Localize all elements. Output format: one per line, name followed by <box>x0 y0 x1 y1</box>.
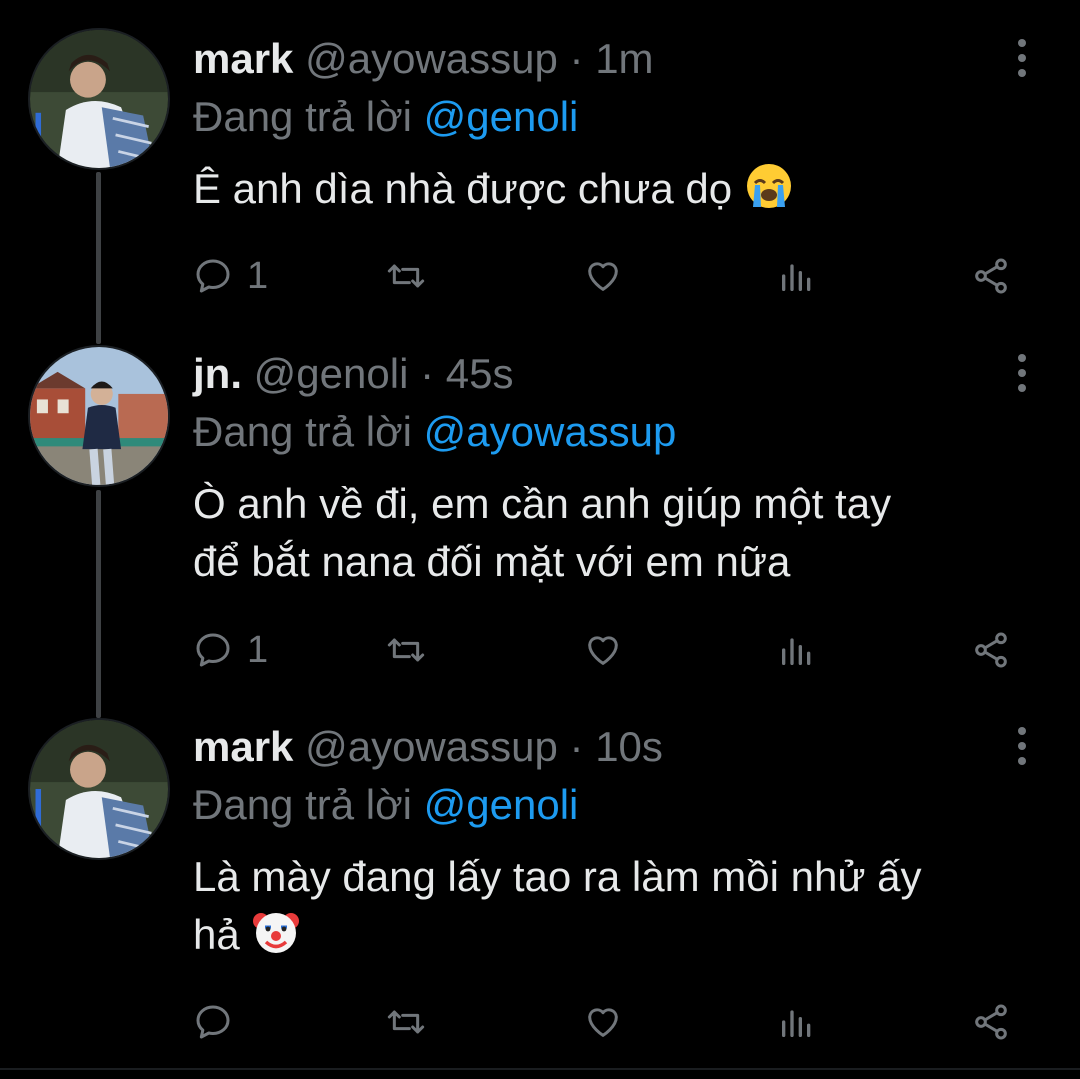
tweet-text: Ò anh về đi, em cần anh giúp một tay để b… <box>193 475 1040 591</box>
tweet-text: Là mày đang lấy tao ra làm mồi nhử ấy hả <box>193 848 1040 972</box>
more-options-button[interactable] <box>1008 345 1036 401</box>
tweet-actions <box>193 994 1023 1050</box>
display-name[interactable]: mark <box>193 723 293 770</box>
reply-icon <box>196 1005 230 1039</box>
more-icon <box>1018 39 1026 47</box>
reply-button[interactable]: 1 <box>193 622 268 678</box>
like-button[interactable] <box>583 248 623 304</box>
more-options-button[interactable] <box>1008 30 1036 86</box>
tweet-text-line: Ò anh về đi, em cần anh giúp một tay <box>193 480 892 527</box>
replying-to-label: Đang trả lời <box>193 93 412 140</box>
avatar-photo <box>30 30 168 168</box>
views-icon <box>782 638 811 665</box>
heart-icon <box>588 262 618 291</box>
tweet-actions: 1 <box>193 248 1023 304</box>
display-name[interactable]: jn. <box>193 350 242 397</box>
divider <box>0 1068 1080 1070</box>
reply-count: 1 <box>247 254 269 297</box>
avatar[interactable] <box>28 28 170 170</box>
tweet-header: mark @ayowassup · 10s <box>193 718 1040 776</box>
share-button[interactable] <box>971 248 1011 304</box>
retweet-button[interactable] <box>386 248 426 304</box>
separator-dot: · <box>569 723 584 770</box>
display-name[interactable]: mark <box>193 35 293 82</box>
avatar-photo <box>30 347 168 485</box>
thread-connector <box>96 490 101 718</box>
share-icon <box>975 258 1007 294</box>
retweet-button[interactable] <box>386 622 426 678</box>
replying-to: Đang trả lời @ayowassup <box>193 403 1040 461</box>
tweet-header: mark @ayowassup · 1m <box>193 30 1040 88</box>
tweet-text-line: Ê anh dìa nhà được chưa dọ <box>193 165 733 212</box>
replying-to: Đang trả lời @genoli <box>193 88 1040 146</box>
mention-link[interactable]: @ayowassup <box>424 408 677 455</box>
retweet-button[interactable] <box>386 994 426 1050</box>
share-button[interactable] <box>971 994 1011 1050</box>
share-button[interactable] <box>971 622 1011 678</box>
heart-icon <box>588 636 618 665</box>
tweet-text-line: để bắt nana đối mặt với em nữa <box>193 538 791 585</box>
more-icon-dot <box>1018 369 1026 377</box>
avatar-photo <box>30 720 168 858</box>
views-icon <box>782 264 811 291</box>
more-icon <box>1018 727 1026 735</box>
mention-link[interactable]: @genoli <box>424 781 579 828</box>
replying-to-label: Đang trả lời <box>193 781 412 828</box>
tweet-actions: 1 <box>193 622 1023 678</box>
tweet-header: jn. @genoli · 45s <box>193 345 1040 403</box>
tweet-text-line: hả <box>193 911 240 958</box>
reply-button[interactable] <box>193 994 247 1050</box>
more-icon-dot <box>1018 757 1026 765</box>
timestamp[interactable]: 45s <box>446 350 514 397</box>
thread-connector <box>96 172 101 344</box>
tweet-text: Ê anh dìa nhà được chưa dọ <box>193 160 1040 226</box>
reply-thread: mark @ayowassup · 1m Đang trả lời @genol… <box>0 0 1080 1079</box>
replying-to: Đang trả lời @genoli <box>193 776 1040 834</box>
retweet-icon <box>387 1010 425 1034</box>
timestamp[interactable]: 1m <box>595 35 653 82</box>
retweet-icon <box>387 264 425 288</box>
tweet-text-line: Là mày đang lấy tao ra làm mồi nhử ấy <box>193 853 922 900</box>
avatar[interactable] <box>28 718 170 860</box>
avatar[interactable] <box>28 345 170 487</box>
more-icon-dot <box>1018 54 1026 62</box>
reply-button[interactable]: 1 <box>193 248 268 304</box>
loudly-crying-face-icon <box>744 161 794 226</box>
share-icon <box>975 632 1007 668</box>
clown-face-icon <box>251 907 301 972</box>
more-icon <box>1018 354 1026 362</box>
like-button[interactable] <box>583 622 623 678</box>
more-icon-dot <box>1018 384 1026 392</box>
user-handle[interactable]: @genoli <box>254 350 409 397</box>
reply-icon <box>196 633 230 667</box>
reply-count: 1 <box>247 628 269 671</box>
views-icon <box>782 1010 811 1037</box>
like-button[interactable] <box>583 994 623 1050</box>
replying-to-label: Đang trả lời <box>193 408 412 455</box>
more-icon-dot <box>1018 742 1026 750</box>
reply-icon <box>196 259 230 293</box>
views-button[interactable] <box>777 622 817 678</box>
retweet-icon <box>387 638 425 662</box>
views-button[interactable] <box>777 994 817 1050</box>
timestamp[interactable]: 10s <box>595 723 663 770</box>
mention-link[interactable]: @genoli <box>424 93 579 140</box>
more-options-button[interactable] <box>1008 718 1036 774</box>
views-button[interactable] <box>777 248 817 304</box>
user-handle[interactable]: @ayowassup <box>305 35 558 82</box>
more-icon-dot <box>1018 69 1026 77</box>
share-icon <box>975 1004 1007 1040</box>
separator-dot: · <box>569 35 584 82</box>
user-handle[interactable]: @ayowassup <box>305 723 558 770</box>
heart-icon <box>588 1008 618 1037</box>
separator-dot: · <box>420 350 435 397</box>
